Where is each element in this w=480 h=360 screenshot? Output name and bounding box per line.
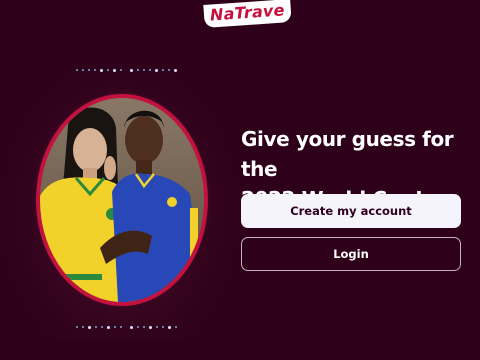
login-label: Login — [333, 247, 369, 261]
headline-line-1: Give your guess for the — [241, 127, 454, 181]
create-account-button[interactable]: Create my account — [241, 194, 461, 228]
decorative-dots-top-left — [76, 68, 122, 72]
create-account-label: Create my account — [290, 204, 412, 218]
logo-text: NaTrave — [209, 0, 286, 25]
hero-image — [40, 98, 204, 302]
decorative-dots-bottom-right — [130, 325, 177, 329]
decorative-dots-bottom-left — [76, 325, 122, 329]
login-button[interactable]: Login — [241, 237, 461, 271]
app-logo: NaTrave — [203, 0, 292, 28]
decorative-dots-top-right — [130, 68, 177, 72]
hero-photo-illustration — [40, 98, 204, 302]
